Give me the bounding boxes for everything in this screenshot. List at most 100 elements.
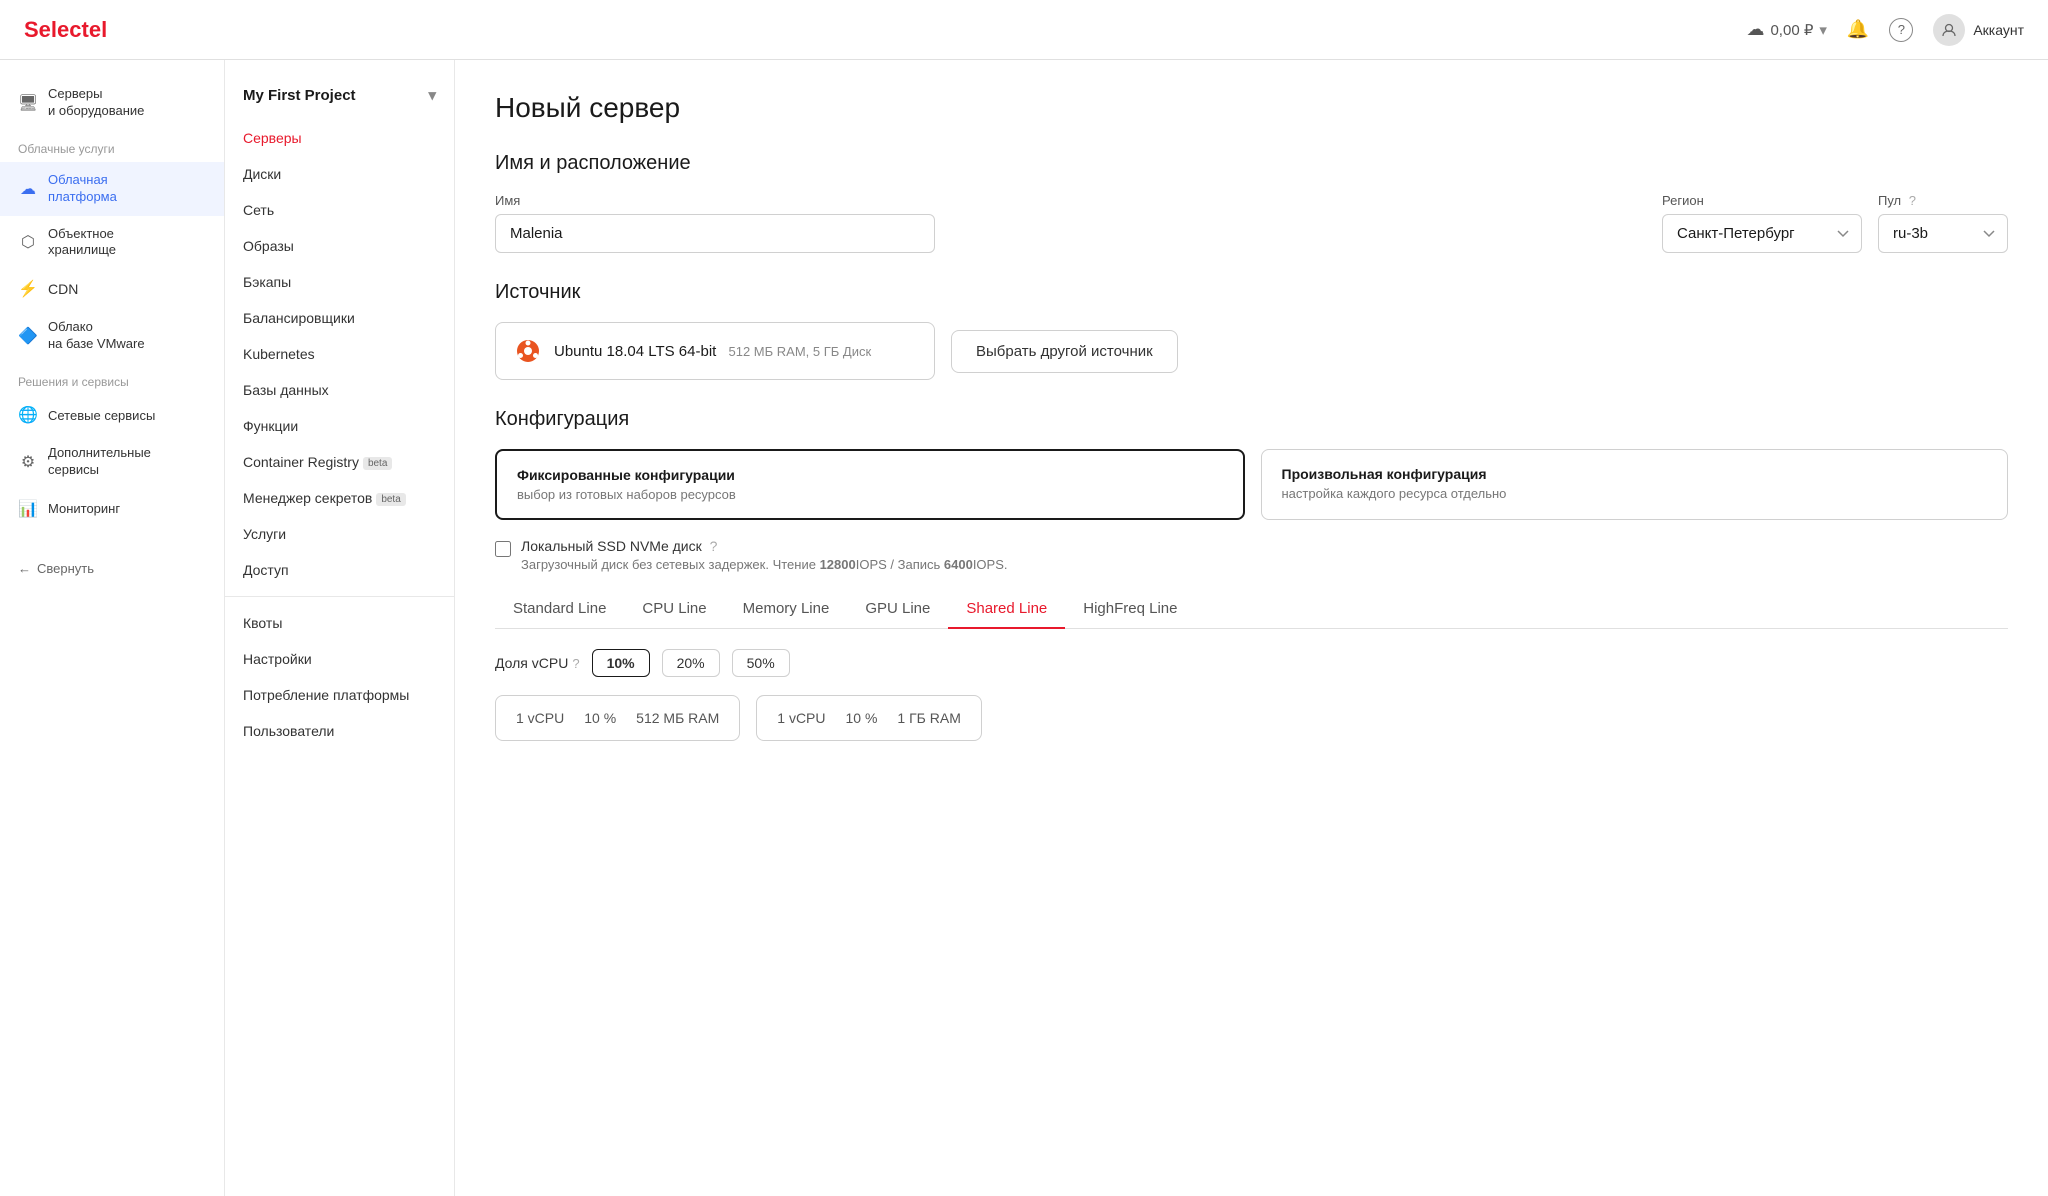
monitor-icon: 📊 <box>18 499 38 519</box>
vcpu-help-icon: ? <box>572 656 579 671</box>
mid-nav-servers[interactable]: Серверы <box>225 120 454 156</box>
sidebar-item-network-label: Сетевые сервисы <box>48 408 155 423</box>
sidebar-item-cloud-label: Облачнаяплатформа <box>48 172 117 206</box>
server-card-0[interactable]: 1 vCPU 10 % 512 МБ RAM <box>495 695 740 741</box>
header-account[interactable]: Аккаунт <box>1933 14 2024 46</box>
page-title: Новый сервер <box>495 92 2008 124</box>
main-content: Новый сервер Имя и расположение Имя Реги… <box>455 60 2048 1196</box>
name-group: Имя <box>495 193 1646 253</box>
config-section-title: Конфигурация <box>495 408 2008 431</box>
nvme-label[interactable]: Локальный SSD NVMe диск ? <box>521 538 717 554</box>
nvme-checkbox[interactable] <box>495 541 511 557</box>
collapse-label: Свернуть <box>37 561 94 576</box>
server-card-1[interactable]: 1 vCPU 10 % 1 ГБ RAM <box>756 695 982 741</box>
nvme-read: 12800 <box>820 557 856 572</box>
mid-nav-consumption[interactable]: Потребление платформы <box>225 677 454 713</box>
region-select[interactable]: Санкт-Петербург <box>1662 214 1862 253</box>
account-label: Аккаунт <box>1973 22 2024 38</box>
mid-nav-divider <box>225 596 454 597</box>
project-chevron-icon: ▾ <box>428 86 436 104</box>
nvme-label-group: Локальный SSD NVMe диск ? Загрузочный ди… <box>521 538 1008 572</box>
tab-highfreq[interactable]: HighFreq Line <box>1065 590 1195 629</box>
name-input[interactable] <box>495 214 935 253</box>
sidebar-item-servers[interactable]: 🖥 Серверыи оборудование <box>0 76 224 130</box>
mid-nav-backups[interactable]: Бэкапы <box>225 264 454 300</box>
sidebar-item-vmware-label: Облакона базе VMware <box>48 319 145 353</box>
config-options: Фиксированные конфигурации выбор из гото… <box>495 449 2008 520</box>
source-row: Ubuntu 18.04 LTS 64-bit 512 МБ RAM, 5 ГБ… <box>495 322 2008 380</box>
mid-nav-settings[interactable]: Настройки <box>225 641 454 677</box>
mid-nav-services[interactable]: Услуги <box>225 516 454 552</box>
config-fixed-card[interactable]: Фиксированные конфигурации выбор из гото… <box>495 449 1245 520</box>
sidebar-item-servers-label: Серверыи оборудование <box>48 86 144 120</box>
balance-chevron: ▾ <box>1819 21 1827 39</box>
vcpu-10-button[interactable]: 10% <box>592 649 650 677</box>
bell-icon[interactable]: 🔔 <box>1847 19 1869 40</box>
sidebar-left: 🖥 Серверыи оборудование Облачные услуги … <box>0 60 225 1196</box>
sidebar-item-network[interactable]: 🌐 Сетевые сервисы <box>0 395 224 435</box>
logo-text: Selectel <box>24 17 107 42</box>
header-right: ☁ 0,00 ₽ ▾ 🔔 ? Аккаунт <box>1746 14 2024 46</box>
help-circle-icon[interactable]: ? <box>1889 18 1913 42</box>
vcpu-20-button[interactable]: 20% <box>662 649 720 677</box>
source-meta: 512 МБ RAM, 5 ГБ Диск <box>729 344 872 359</box>
server-cards-row: 1 vCPU 10 % 512 МБ RAM 1 vCPU 10 % 1 ГБ … <box>495 695 2008 741</box>
tab-memory[interactable]: Memory Line <box>725 590 848 629</box>
vcpu-row: Доля vCPU ? 10% 20% 50% <box>495 649 2008 677</box>
header-balance[interactable]: ☁ 0,00 ₽ ▾ <box>1746 19 1826 40</box>
logo-highlight: el <box>89 17 107 42</box>
tab-cpu[interactable]: CPU Line <box>624 590 724 629</box>
pool-group: Пул ? ru-3b <box>1878 193 2008 253</box>
config-custom-title: Произвольная конфигурация <box>1282 466 1988 482</box>
mid-nav-images[interactable]: Образы <box>225 228 454 264</box>
change-source-button[interactable]: Выбрать другой источник <box>951 330 1178 373</box>
sidebar-item-monitor[interactable]: 📊 Мониторинг <box>0 489 224 529</box>
sidebar-item-monitor-label: Мониторинг <box>48 501 120 516</box>
mid-nav-databases[interactable]: Базы данных <box>225 372 454 408</box>
sidebar-mid: My First Project ▾ Серверы Диски Сеть Об… <box>225 60 455 1196</box>
tab-gpu[interactable]: GPU Line <box>847 590 948 629</box>
name-form-row: Имя Регион Санкт-Петербург Пул ? ru-3b <box>495 193 2008 253</box>
extra-icon: ⚙ <box>18 452 38 472</box>
sidebar-item-cloud[interactable]: ☁ Облачнаяплатформа <box>0 162 224 216</box>
sidebar-item-object[interactable]: ⬡ Объектноехранилище <box>0 216 224 270</box>
mid-nav-balancers[interactable]: Балансировщики <box>225 300 454 336</box>
secrets-badge: beta <box>376 493 405 506</box>
region-group: Регион Санкт-Петербург <box>1662 193 1862 253</box>
sidebar-section-cloud: Облачные услуги <box>0 130 224 162</box>
registry-badge: beta <box>363 457 392 470</box>
header: Selectel ☁ 0,00 ₽ ▾ 🔔 ? Аккаунт <box>0 0 2048 60</box>
mid-nav-quotas[interactable]: Квоты <box>225 605 454 641</box>
mid-nav-disks[interactable]: Диски <box>225 156 454 192</box>
source-selected: Ubuntu 18.04 LTS 64-bit 512 МБ RAM, 5 ГБ… <box>495 322 935 380</box>
sidebar-item-cdn[interactable]: ⚡ CDN <box>0 269 224 309</box>
mid-nav-secrets[interactable]: Менеджер секретовbeta <box>225 480 454 516</box>
ubuntu-icon <box>514 337 542 365</box>
tab-shared[interactable]: Shared Line <box>948 590 1065 629</box>
project-selector[interactable]: My First Project ▾ <box>225 76 454 120</box>
name-label: Имя <box>495 193 1646 208</box>
sidebar-item-vmware[interactable]: 🔷 Облакона базе VMware <box>0 309 224 363</box>
region-label: Регион <box>1662 193 1862 208</box>
config-custom-card[interactable]: Произвольная конфигурация настройка кажд… <box>1261 449 2009 520</box>
cdn-icon: ⚡ <box>18 279 38 299</box>
server-card-vcpu-0: 1 vCPU <box>516 710 564 726</box>
mid-nav-registry[interactable]: Container Registrybeta <box>225 444 454 480</box>
vcpu-50-button[interactable]: 50% <box>732 649 790 677</box>
tab-standard[interactable]: Standard Line <box>495 590 624 629</box>
server-card-pct-1: 10 % <box>846 710 878 726</box>
collapse-button[interactable]: ← Свернуть <box>0 549 224 588</box>
mid-nav-access[interactable]: Доступ <box>225 552 454 588</box>
server-card-pct-0: 10 % <box>584 710 616 726</box>
nvme-checkbox-row: Локальный SSD NVMe диск ? Загрузочный ди… <box>495 538 2008 572</box>
mid-nav-users[interactable]: Пользователи <box>225 713 454 749</box>
config-custom-desc: настройка каждого ресурса отдельно <box>1282 486 1988 501</box>
sidebar-item-extra[interactable]: ⚙ Дополнительныесервисы <box>0 435 224 489</box>
collapse-arrow-icon: ← <box>18 561 31 576</box>
name-section-title: Имя и расположение <box>495 152 2008 175</box>
source-section: Источник Ubuntu 18.04 LTS 64-bit <box>495 281 2008 380</box>
mid-nav-network[interactable]: Сеть <box>225 192 454 228</box>
mid-nav-kubernetes[interactable]: Kubernetes <box>225 336 454 372</box>
pool-select[interactable]: ru-3b <box>1878 214 2008 253</box>
mid-nav-functions[interactable]: Функции <box>225 408 454 444</box>
